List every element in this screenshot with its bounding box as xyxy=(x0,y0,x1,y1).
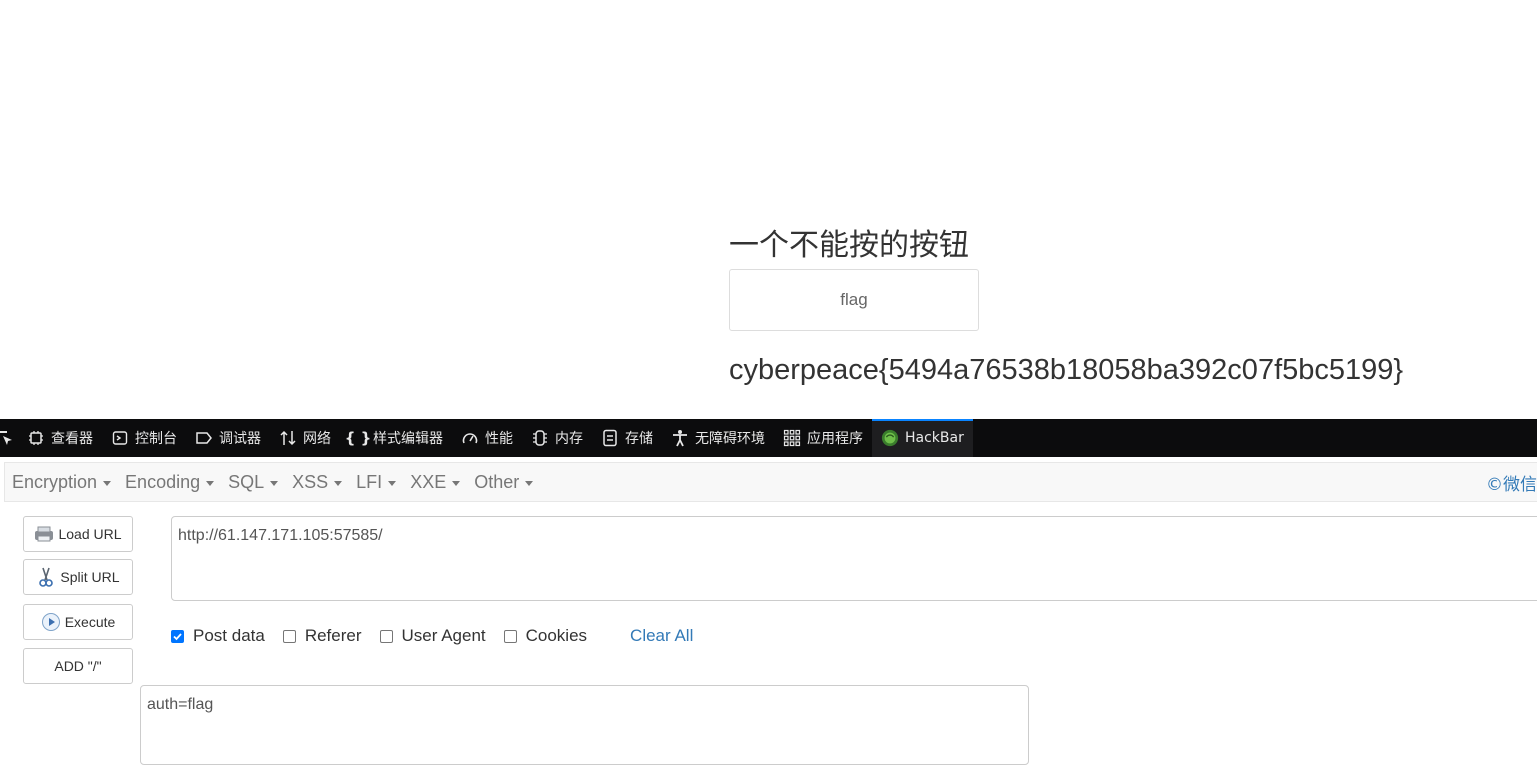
page-title: 一个不能按的按钮 xyxy=(729,228,969,263)
menu-lfi[interactable]: LFI xyxy=(349,472,403,493)
tab-label: 应用程序 xyxy=(807,431,863,447)
tab-accessibility[interactable]: 无障碍环境 xyxy=(662,419,774,457)
referer-option[interactable]: Referer xyxy=(282,626,362,646)
caret-down-icon xyxy=(334,480,343,486)
hackbar-menu: Encryption Encoding SQL XSS LFI XXE Othe… xyxy=(4,462,1537,502)
tab-label: 调试器 xyxy=(219,431,261,447)
tab-network[interactable]: 网络 xyxy=(270,419,340,457)
tab-application[interactable]: 应用程序 xyxy=(774,419,872,457)
clear-all-link[interactable]: Clear All xyxy=(630,626,693,646)
style-editor-icon: { } xyxy=(344,429,372,447)
user-agent-checkbox[interactable] xyxy=(379,629,393,643)
tab-label: 内存 xyxy=(555,431,583,447)
storage-icon xyxy=(601,429,619,447)
tab-style-editor[interactable]: { } 样式编辑器 xyxy=(340,419,452,457)
caret-down-icon xyxy=(388,480,397,486)
cookies-checkbox[interactable] xyxy=(503,629,517,643)
referer-checkbox[interactable] xyxy=(282,629,296,643)
post-data-checkbox[interactable] xyxy=(171,629,184,643)
tab-label: 查看器 xyxy=(51,431,93,447)
tab-label: 网络 xyxy=(303,431,331,447)
performance-icon xyxy=(461,429,479,447)
tab-label: 控制台 xyxy=(135,431,177,447)
tab-label: 存储 xyxy=(625,431,653,447)
menu-xss[interactable]: XSS xyxy=(285,472,349,493)
tab-label: 性能 xyxy=(485,431,513,447)
devtools-toolbar: 查看器 控制台 调试器 网络 { } 样式编辑器 性能 内存 存储 无障碍环境 … xyxy=(0,419,1537,457)
tab-label: HackBar xyxy=(905,430,964,446)
flag-button[interactable]: flag xyxy=(729,269,979,331)
caret-down-icon xyxy=(525,480,534,486)
execute-button[interactable]: Execute xyxy=(23,604,133,640)
menu-xxe[interactable]: XXE xyxy=(403,472,467,493)
tab-label: 样式编辑器 xyxy=(373,431,443,447)
load-url-icon xyxy=(34,524,54,544)
menu-encoding[interactable]: Encoding xyxy=(118,472,221,493)
menu-encryption[interactable]: Encryption xyxy=(5,472,118,493)
tab-hackbar[interactable]: HackBar xyxy=(872,419,973,457)
element-picker-icon[interactable] xyxy=(0,419,18,457)
post-data-option[interactable]: Post data xyxy=(171,626,265,646)
memory-icon xyxy=(531,429,549,447)
console-icon xyxy=(111,429,129,447)
tab-debugger[interactable]: 调试器 xyxy=(186,419,270,457)
tab-label: 无障碍环境 xyxy=(695,431,765,447)
url-input[interactable]: http://61.147.171.105:57585/ xyxy=(171,516,1537,601)
menu-other[interactable]: Other xyxy=(467,472,540,493)
flag-result-text: cyberpeace{5494a76538b18058ba392c07f5bc5… xyxy=(729,354,1404,386)
tab-performance[interactable]: 性能 xyxy=(452,419,522,457)
hackbar-icon xyxy=(881,429,899,447)
application-icon xyxy=(783,429,801,447)
caret-down-icon xyxy=(206,480,215,486)
split-url-button[interactable]: Split URL xyxy=(23,559,133,595)
load-url-button[interactable]: Load URL xyxy=(23,516,133,552)
hackbar-credit-link[interactable]: ©微信 xyxy=(1486,463,1537,501)
menu-sql[interactable]: SQL xyxy=(221,472,285,493)
debugger-icon xyxy=(195,429,213,447)
accessibility-icon xyxy=(671,429,689,447)
hackbar-options: Post data Referer User Agent Cookies Cle… xyxy=(171,624,693,648)
tab-console[interactable]: 控制台 xyxy=(102,419,186,457)
tab-storage[interactable]: 存储 xyxy=(592,419,662,457)
add-slash-button[interactable]: ADD "/" xyxy=(23,648,133,684)
cookies-option[interactable]: Cookies xyxy=(503,626,587,646)
inspector-icon xyxy=(27,429,45,447)
scissors-icon xyxy=(36,567,56,587)
tab-memory[interactable]: 内存 xyxy=(522,419,592,457)
network-icon xyxy=(279,429,297,447)
caret-down-icon xyxy=(103,480,112,486)
play-icon xyxy=(41,612,61,632)
user-agent-option[interactable]: User Agent xyxy=(379,626,486,646)
caret-down-icon xyxy=(452,480,461,486)
tab-inspector[interactable]: 查看器 xyxy=(18,419,102,457)
post-data-input[interactable]: auth=flag xyxy=(140,685,1029,765)
web-page: 一个不能按的按钮 flag cyberpeace{5494a76538b1805… xyxy=(0,0,1537,419)
caret-down-icon xyxy=(270,480,279,486)
